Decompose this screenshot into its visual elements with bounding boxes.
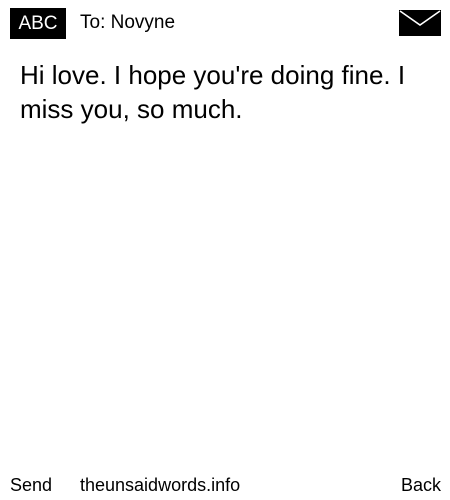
back-button[interactable]: Back — [401, 474, 441, 496]
message-body[interactable]: Hi love. I hope you're doing fine. I mis… — [20, 58, 435, 126]
envelope-icon — [399, 10, 441, 36]
recipient-field[interactable]: To: Novyne — [80, 10, 175, 36]
site-credit-label: theunsaidwords.info — [80, 475, 241, 495]
input-mode-indicator: ABC — [10, 8, 66, 39]
compose-header: ABC To: Novyne — [0, 0, 450, 46]
send-button[interactable]: Send — [10, 474, 52, 496]
softkey-bar: Send theunsaidwords.info Back — [0, 470, 450, 498]
